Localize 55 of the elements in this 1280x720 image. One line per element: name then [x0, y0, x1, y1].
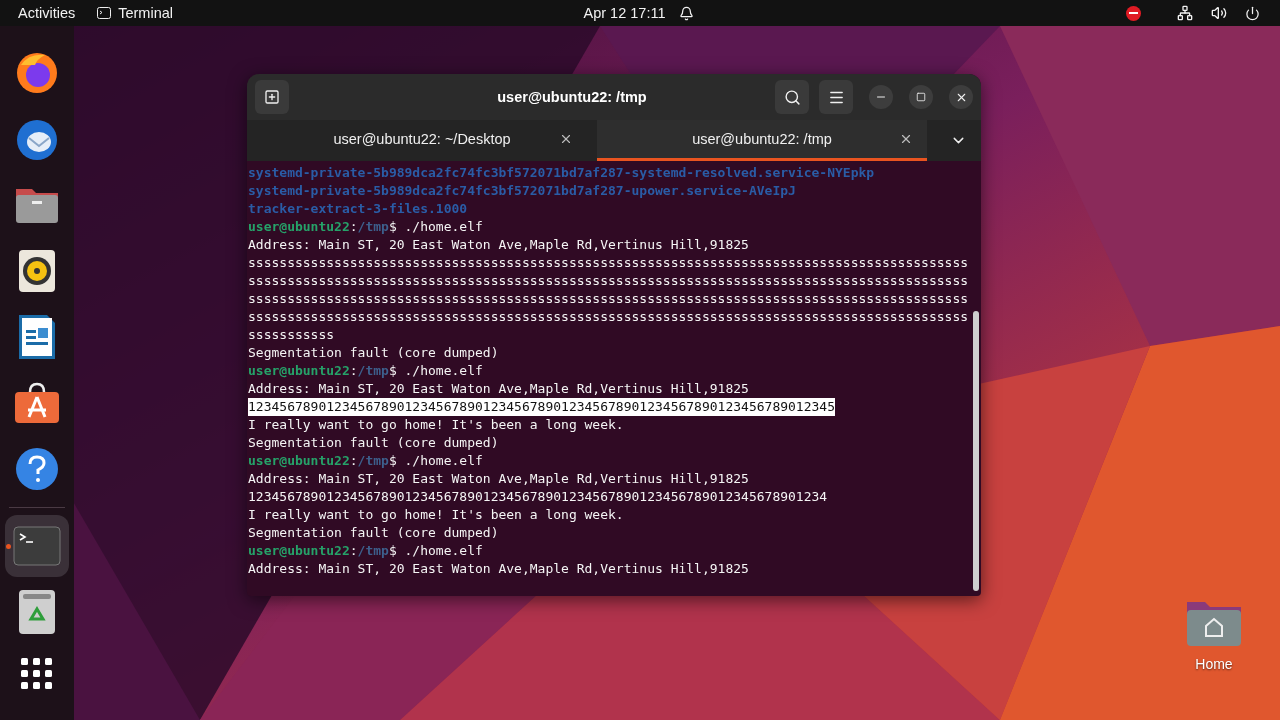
bell-icon	[679, 5, 695, 21]
help-icon[interactable]	[15, 447, 59, 491]
output-line: I really want to go home! It's been a long week.	[248, 506, 624, 524]
search-button[interactable]	[775, 80, 809, 114]
volume-icon[interactable]	[1211, 5, 1227, 21]
prompt-line: user@ubuntu22:/tmp$ ./home.elf	[248, 218, 483, 236]
plus-square-icon	[264, 89, 280, 105]
power-icon[interactable]	[1245, 5, 1260, 21]
prompt-line: user@ubuntu22:/tmp$ ./home.elf	[248, 542, 483, 560]
output-line: sssssssssss	[248, 326, 335, 344]
folder-label[interactable]: Home	[1195, 656, 1233, 672]
prompt-line: user@ubuntu22:/tmp$ ./home.elf	[248, 452, 483, 470]
output-line: 12345678901234567890123456789012345678901234567890123456789012345678901234	[248, 488, 828, 506]
clock[interactable]: Apr 12 17:11	[583, 5, 666, 21]
output-line: Segmentation fault (core dumped)	[248, 344, 499, 362]
output-line: Segmentation fault (core dumped)	[248, 524, 499, 542]
prompt-line: user@ubuntu22:/tmp$ ./home.elf	[248, 362, 483, 380]
terminal-icon[interactable]	[13, 526, 61, 566]
output-line: ssssssssssssssssssssssssssssssssssssssssssssssssssssssssssssssssssssssssssssssssssssssssssss	[248, 272, 969, 290]
output-line: ssssssssssssssssssssssssssssssssssssssssssssssssssssssssssssssssssssssssssssssssssssssssssss	[248, 290, 969, 308]
document-icon[interactable]	[18, 314, 56, 360]
window-title: user@ubuntu22: /tmp	[496, 89, 648, 105]
close-icon[interactable]	[559, 132, 573, 146]
output-line: Address: Main ST, 20 East Waton Ave,Maple Rd,Vertinus Hill,91825	[248, 236, 749, 254]
speaker-icon[interactable]	[18, 249, 56, 293]
directory-entry: systemd-private-5b989dca2fc74fc3bf572071bd7af287-upower.service-AVeIpJ	[248, 182, 796, 200]
output-line: ssssssssssssssssssssssssssssssssssssssssssssssssssssssssssssssssssssssssssssssssssssssssssss	[248, 254, 969, 272]
running-indicator	[6, 544, 11, 549]
network-icon[interactable]	[1177, 5, 1193, 21]
tab[interactable]: user@ubuntu22: ~/Desktop	[257, 120, 587, 161]
menu-button[interactable]	[819, 80, 853, 114]
search-icon	[783, 88, 801, 106]
app-menu[interactable]: Terminal	[97, 5, 173, 21]
directory-entry: systemd-private-5b989dca2fc74fc3bf572071bd7af287-systemd-resolved.service-NYEpkp	[248, 164, 875, 182]
scrollbar[interactable]	[973, 311, 979, 591]
close-button[interactable]	[949, 85, 973, 109]
terminal-icon	[97, 7, 112, 19]
maximize-button[interactable]	[909, 85, 933, 109]
shopping-bag-icon[interactable]	[14, 382, 60, 424]
app-grid-icon[interactable]	[21, 658, 53, 690]
activities-button[interactable]: Activities	[18, 5, 76, 21]
close-icon[interactable]	[899, 132, 913, 146]
output-line: Address: Main ST, 20 East Waton Ave,Maple Rd,Vertinus Hill,91825	[248, 380, 749, 398]
output-line: Address: Main ST, 20 East Waton Ave,Maple Rd,Vertinus Hill,91825	[248, 470, 749, 488]
tab[interactable]: user@ubuntu22: /tmp	[597, 120, 927, 161]
output-line: Segmentation fault (core dumped)	[248, 434, 499, 452]
directory-entry: tracker-extract-3-files.1000	[248, 200, 468, 218]
trash-icon[interactable]	[18, 589, 56, 635]
minimize-button[interactable]	[869, 85, 893, 109]
output-line: I really want to go home! It's been a long week.	[248, 416, 624, 434]
browser-icon[interactable]	[15, 51, 59, 95]
output-line: ssssssssssssssssssssssssssssssssssssssssssssssssssssssssssssssssssssssssssssssssssssssssssss	[248, 308, 969, 326]
output-line: Address: Main ST, 20 East Waton Ave,Maple Rd,Vertinus Hill,91825	[248, 560, 749, 578]
maximize-icon	[916, 92, 926, 102]
new-tab-button[interactable]	[255, 80, 289, 114]
